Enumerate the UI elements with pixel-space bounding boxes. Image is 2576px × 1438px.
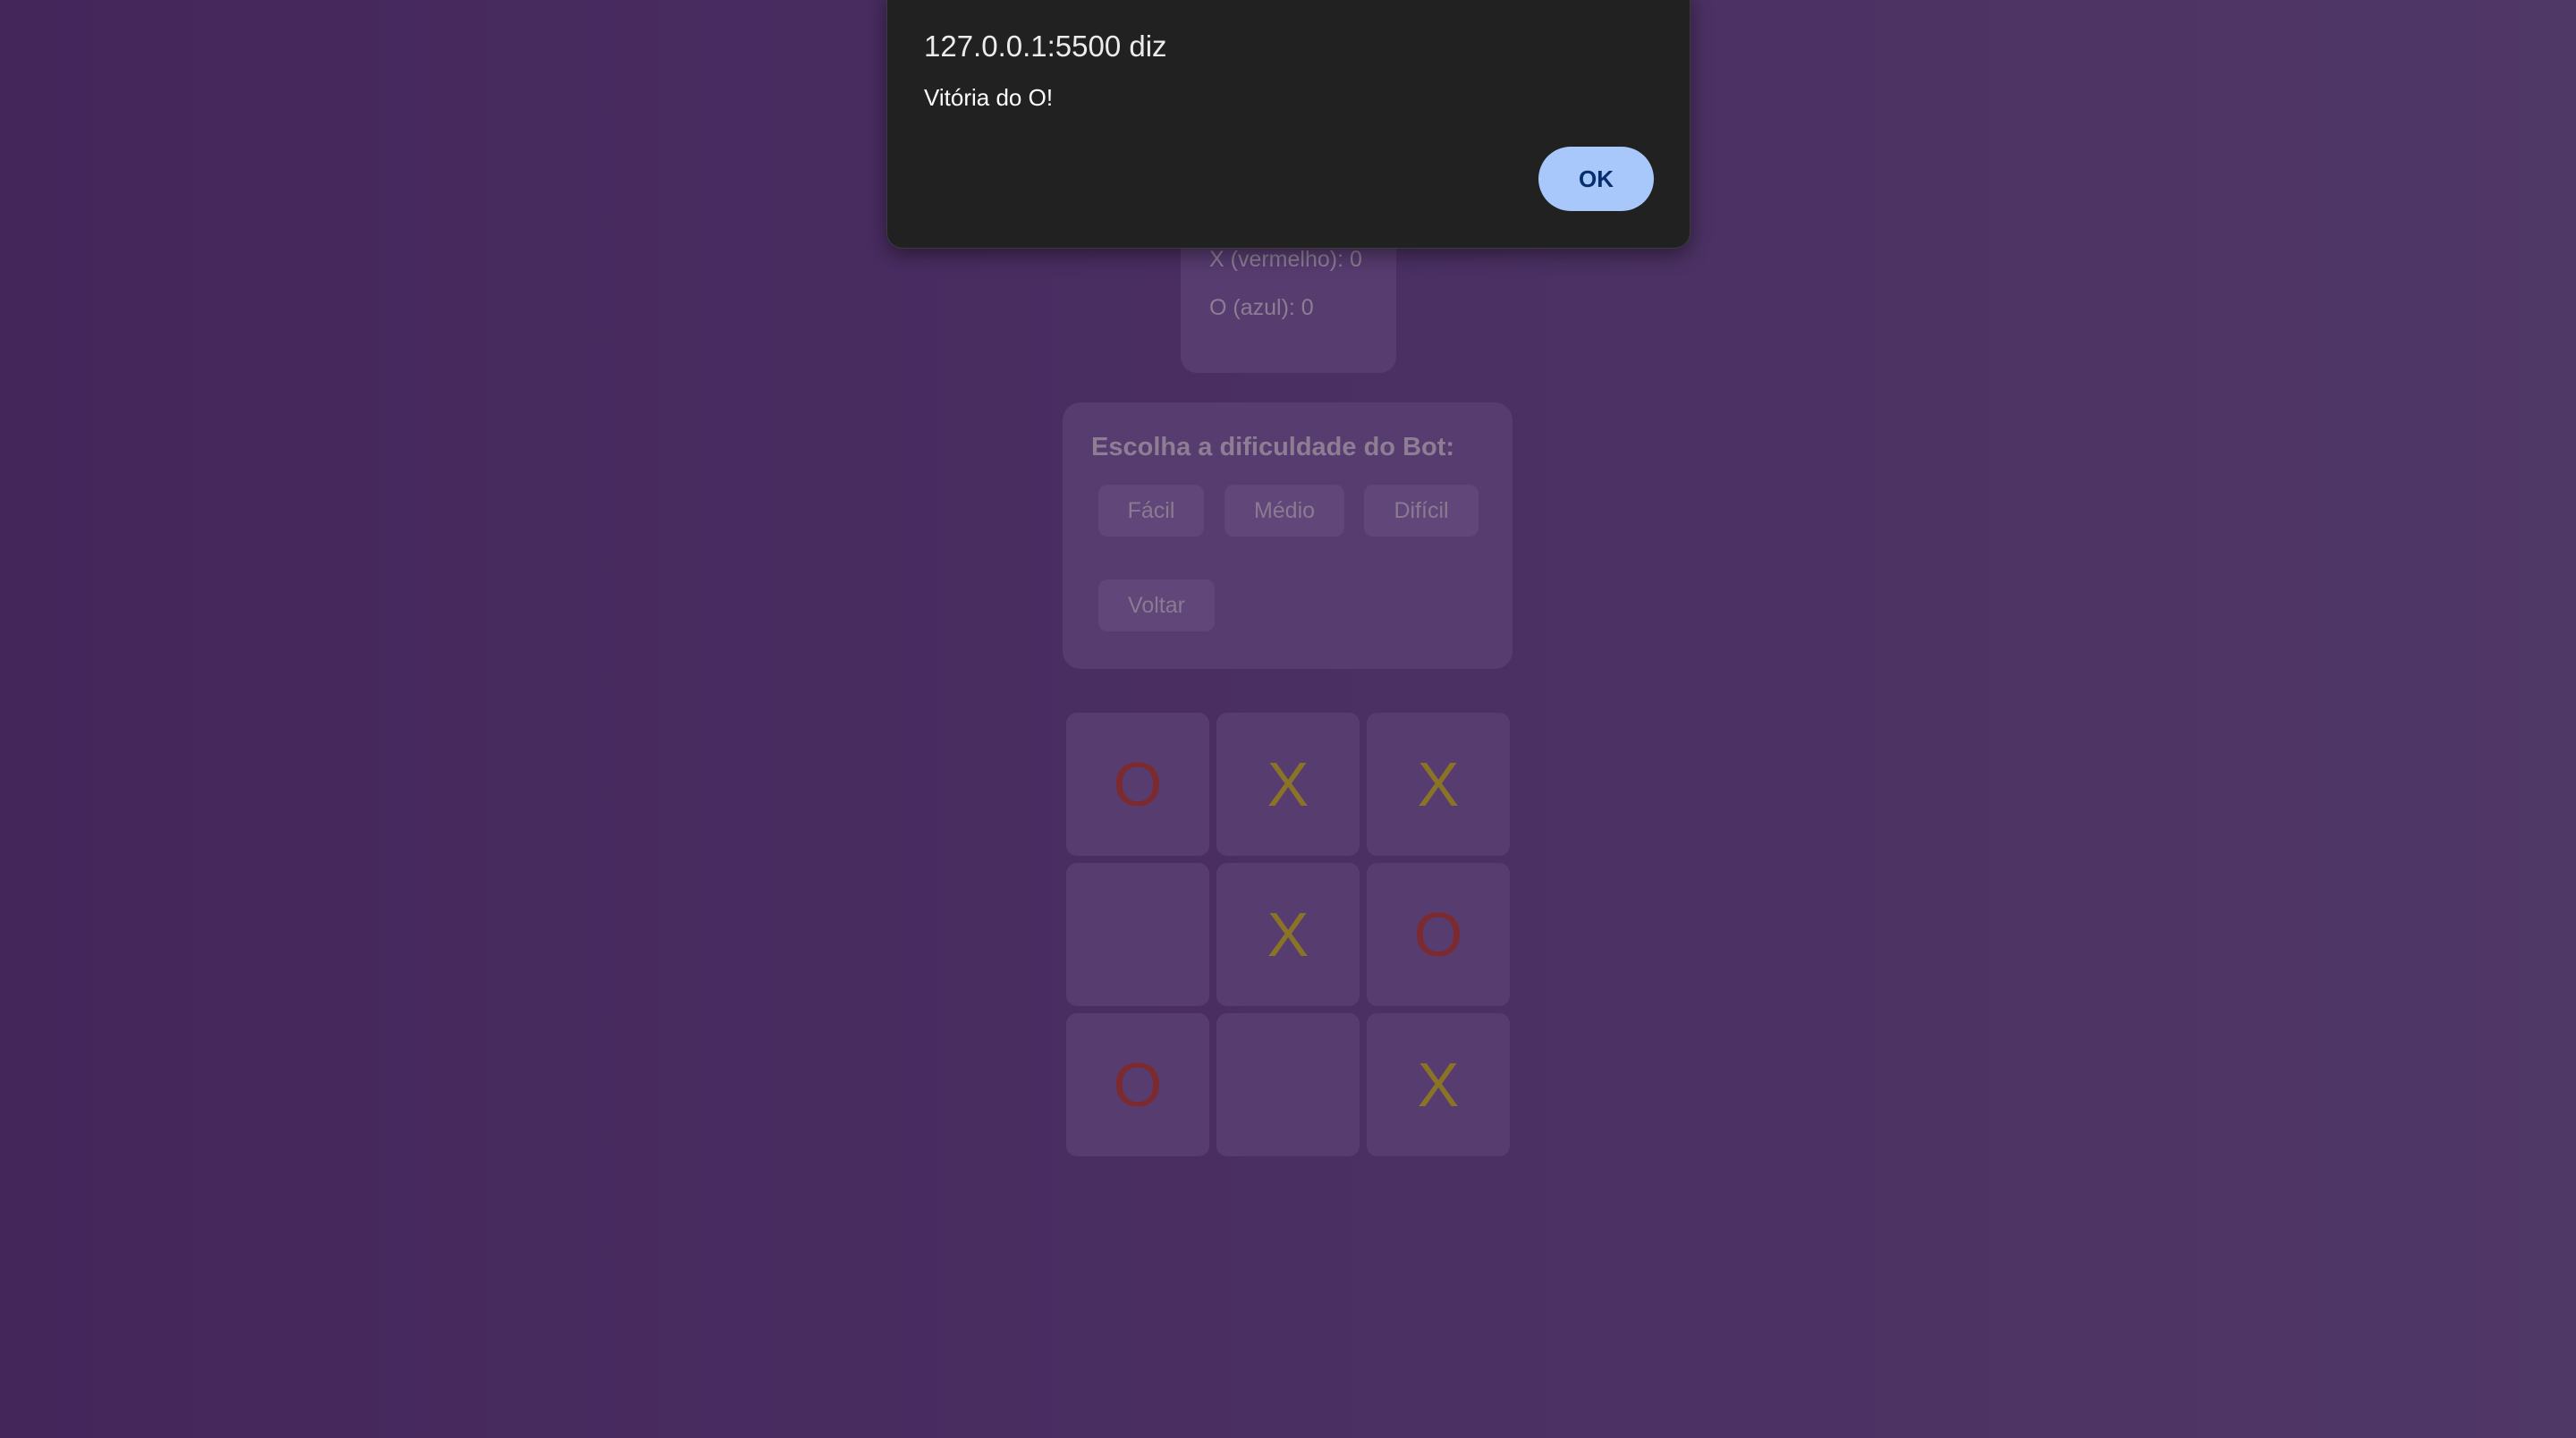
board-cell[interactable]: X: [1367, 713, 1510, 856]
board-cell[interactable]: X: [1216, 713, 1360, 856]
dialog-message: Vitória do O!: [924, 84, 1054, 111]
board-cell[interactable]: O: [1367, 863, 1510, 1006]
dialog-title: 127.0.0.1:5500 diz: [924, 30, 1167, 63]
ok-button[interactable]: OK: [1538, 147, 1654, 211]
board-cell[interactable]: [1216, 1013, 1360, 1156]
board-cell[interactable]: X: [1367, 1013, 1510, 1156]
back-button[interactable]: Voltar: [1098, 579, 1215, 631]
hard-button[interactable]: Difícil: [1364, 485, 1479, 537]
alert-dialog: 127.0.0.1:5500 diz Vitória do O! OK: [886, 0, 1690, 249]
board-cell[interactable]: X: [1216, 863, 1360, 1006]
difficulty-title: Escolha a dificuldade do Bot:: [1091, 433, 1455, 461]
easy-button[interactable]: Fácil: [1098, 485, 1204, 537]
medium-button[interactable]: Médio: [1224, 485, 1344, 537]
score-x: X (vermelho): 0: [1209, 247, 1362, 272]
board-cell[interactable]: [1066, 863, 1209, 1006]
board-cell[interactable]: O: [1066, 713, 1209, 856]
score-o: O (azul): 0: [1209, 295, 1314, 320]
difficulty-panel: Escolha a dificuldade do Bot: Fácil Médi…: [1063, 402, 1513, 669]
board-cell[interactable]: O: [1066, 1013, 1209, 1156]
game-board: O X X X O O X: [1066, 713, 1510, 1156]
